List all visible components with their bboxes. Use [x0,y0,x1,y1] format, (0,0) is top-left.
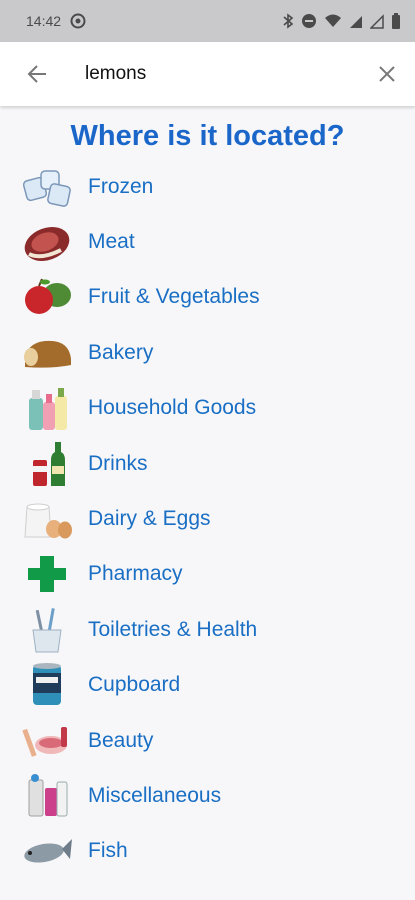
category-label: Fruit & Vegetables [88,285,260,309]
page-title: Where is it located? [70,120,345,152]
do-not-disturb-icon [302,14,316,28]
category-label: Pharmacy [88,562,183,586]
ice-cubes-icon [20,163,74,211]
cleaning-bottles-icon [20,384,74,432]
tin-can-icon [20,661,74,709]
category-label: Cupboard [88,673,181,697]
category-label: Frozen [88,174,154,198]
category-item-fish[interactable]: Fish [0,824,415,879]
makeup-icon [20,717,74,765]
signal-secondary-icon [370,14,384,29]
category-item-cupboard[interactable]: Cupboard [0,658,415,713]
bluetooth-icon [283,13,294,29]
category-label: Drinks [88,451,148,475]
category-item-toiletries-health[interactable]: Toiletries & Health [0,602,415,657]
signal-icon [350,16,362,28]
apple-vegetables-icon [20,273,74,321]
pharmacy-cross-icon [20,550,74,598]
category-label: Beauty [88,728,154,752]
category-item-fruit-vegetables[interactable]: Fruit & Vegetables [0,270,415,325]
arrow-back-icon [27,65,46,83]
search-input[interactable] [83,53,367,95]
battery-icon [392,13,400,29]
category-label: Bakery [88,340,154,364]
category-list: Frozen Meat Fruit & Vegetables Bakery Ho… [0,159,415,879]
category-item-drinks[interactable]: Drinks [0,436,415,491]
category-label: Toiletries & Health [88,617,258,641]
category-item-miscellaneous[interactable]: Miscellaneous [0,768,415,823]
category-label: Household Goods [88,396,257,420]
category-item-frozen[interactable]: Frozen [0,159,415,214]
drink-bottles-icon [20,440,74,488]
category-item-beauty[interactable]: Beauty [0,713,415,768]
category-item-household-goods[interactable]: Household Goods [0,381,415,436]
wifi-icon [325,14,341,27]
category-label: Miscellaneous [88,783,222,807]
status-bar: 14:42 [0,0,415,42]
at-notification-icon [70,13,86,29]
category-label: Fish [88,839,128,863]
category-label: Meat [88,230,135,254]
steak-icon [20,218,74,266]
close-icon [379,66,395,82]
category-item-dairy-eggs[interactable]: Dairy & Eggs [0,491,415,546]
category-label: Dairy & Eggs [88,507,211,531]
category-item-pharmacy[interactable]: Pharmacy [0,547,415,602]
category-item-meat[interactable]: Meat [0,214,415,269]
toothbrush-cup-icon [20,606,74,654]
search-bar [0,42,415,106]
fish-icon [20,827,74,875]
milk-eggs-icon [20,495,74,543]
clear-search-button[interactable] [367,54,407,94]
bread-loaf-icon [20,329,74,377]
misc-items-icon [20,772,74,820]
back-button[interactable] [18,54,56,94]
status-time: 14:42 [26,13,62,29]
category-item-bakery[interactable]: Bakery [0,325,415,380]
